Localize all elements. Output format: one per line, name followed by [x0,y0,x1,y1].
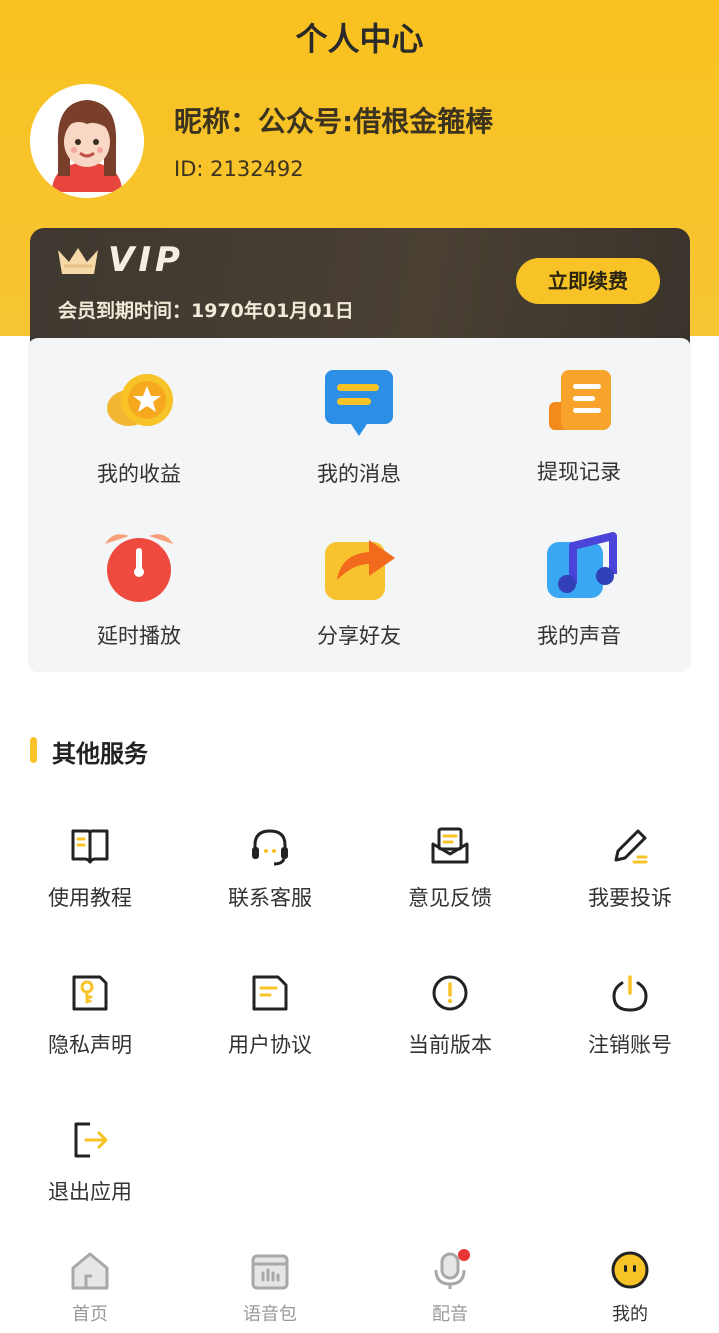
quick-item-label: 延时播放 [97,624,181,648]
quick-item-my-voice[interactable]: 我的声音 [479,526,679,650]
service-tutorial[interactable]: 使用教程 [15,824,165,912]
tab-mine[interactable]: 我的 [570,1248,690,1326]
pencil-icon [614,829,648,864]
service-privacy[interactable]: 隐私声明 [15,971,165,1059]
page-title: 个人中心 [295,20,424,58]
service-label: 隐私声明 [48,1033,132,1057]
service-customer-support[interactable]: 联系客服 [195,824,345,912]
feedback-mail-icon [431,827,469,864]
tab-home[interactable]: 首页 [30,1248,150,1326]
share-arrow-icon [325,540,395,600]
coin-star-icon [107,374,173,426]
quick-item-label: 我的消息 [317,462,401,486]
quick-item-label: 我的声音 [537,624,621,648]
renew-button[interactable]: 立即续费 [516,258,660,304]
logout-icon [74,1122,108,1158]
service-cancel-account[interactable]: 注销账号 [555,971,705,1059]
quick-item-label: 提现记录 [537,460,621,484]
service-label: 使用教程 [48,886,132,910]
quick-item-withdraw-records[interactable]: 提现记录 [479,362,679,486]
record-list-icon [549,370,611,430]
tab-label: 配音 [432,1304,468,1325]
service-label: 联系客服 [228,886,312,910]
quick-item-label: 我的收益 [97,462,181,486]
service-label: 注销账号 [588,1033,672,1057]
info-exclamation-icon [432,975,468,1011]
vip-label: VIP [108,240,184,280]
tab-voice-pack[interactable]: 语音包 [210,1248,330,1326]
book-icon [71,829,109,864]
service-user-agreement[interactable]: 用户协议 [195,971,345,1059]
vip-card: VIP 会员到期时间：1970年01月01日 立即续费 [30,228,690,344]
service-label: 用户协议 [228,1033,312,1057]
vip-expiry: 会员到期时间：1970年01月01日 [58,300,354,322]
music-note-icon [547,532,617,598]
privacy-key-icon [72,975,108,1011]
avatar-girl-icon [30,84,144,198]
avatar[interactable] [30,84,144,198]
section-title-accent [30,737,37,763]
quick-item-messages[interactable]: 我的消息 [259,364,459,488]
section-title: 其他服务 [52,740,148,768]
microphone-icon [434,1249,470,1289]
quick-item-earnings[interactable]: 我的收益 [39,364,239,488]
quick-item-delay-play[interactable]: 延时播放 [39,526,239,650]
user-id: ID: 2132492 [174,157,304,181]
tab-dubbing[interactable]: 配音 [390,1248,510,1326]
smiley-icon [611,1251,649,1289]
service-label: 退出应用 [48,1180,132,1204]
service-exit-app[interactable]: 退出应用 [15,1118,165,1206]
service-current-version[interactable]: 当前版本 [375,971,525,1059]
service-label: 当前版本 [408,1033,492,1057]
tab-label: 语音包 [243,1304,297,1325]
tab-label: 首页 [72,1304,108,1325]
nickname: 昵称：公众号:借根金箍棒 [174,105,494,138]
quick-item-label: 分享好友 [317,624,401,648]
service-feedback[interactable]: 意见反馈 [375,824,525,912]
headset-icon [252,829,288,866]
service-label: 意见反馈 [408,886,492,910]
message-bubble-icon [325,370,393,436]
service-label: 我要投诉 [588,886,672,910]
home-icon [71,1252,109,1290]
power-icon [612,975,648,1012]
bottom-tab-bar: 首页 语音包 配音 我的 [0,1240,719,1333]
alarm-clock-icon [105,534,173,602]
notification-badge [458,1249,470,1261]
quick-item-share[interactable]: 分享好友 [259,526,459,650]
crown-icon [58,248,98,274]
document-icon [252,975,288,1011]
quick-actions-panel: 我的收益 我的消息 提现记录 延时播放 分享好友 我的声音 [28,338,691,672]
tab-label: 我的 [612,1304,648,1325]
voice-pack-icon [251,1254,289,1290]
service-complaint[interactable]: 我要投诉 [555,824,705,912]
